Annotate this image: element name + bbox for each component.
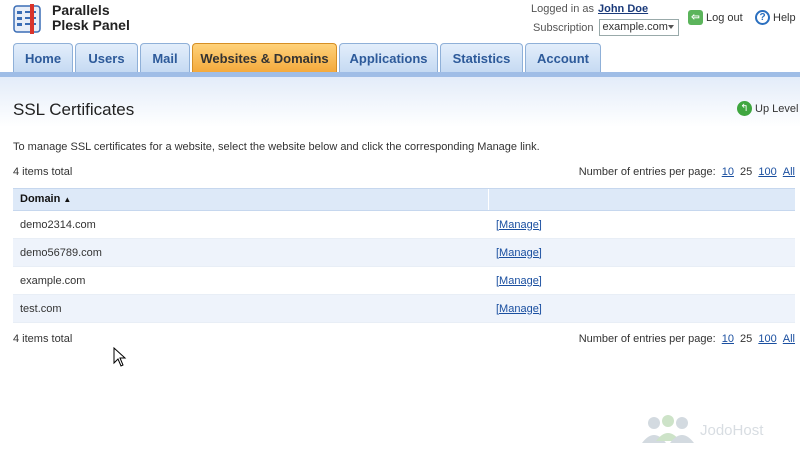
watermark: JodoHost	[640, 415, 763, 445]
subscription-value: example.com	[602, 21, 668, 33]
tab-label: Users	[88, 51, 125, 66]
tab-mail[interactable]: Mail	[140, 43, 190, 73]
manage-link[interactable]: [Manage]	[489, 275, 542, 287]
tab-label: Home	[24, 51, 62, 66]
user-name-link[interactable]: John Doe	[598, 3, 648, 15]
domain-cell: example.com	[20, 274, 86, 287]
table-row: example.com [Manage]	[13, 267, 795, 295]
subscription-label: Subscription	[533, 21, 594, 34]
up-arrow-icon: ↰	[737, 101, 752, 116]
page-title: SSL Certificates	[13, 100, 135, 119]
per-page-10-link[interactable]: 10	[722, 333, 734, 345]
tab-label: Mail	[152, 51, 178, 66]
logout-label: Log out	[706, 11, 743, 24]
domain-cell: demo56789.com	[20, 246, 102, 259]
table-row: demo2314.com [Manage]	[13, 211, 795, 239]
tab-label: Websites & Domains	[200, 51, 329, 66]
logout-icon: ⇦	[688, 10, 703, 25]
manage-link[interactable]: [Manage]	[489, 303, 542, 315]
help-label: Help	[773, 11, 796, 24]
logged-in-label: Logged in as	[531, 3, 594, 15]
sort-ascending-icon: ▲	[63, 195, 72, 204]
domain-column-label: Domain	[20, 193, 61, 205]
mouse-cursor-icon	[113, 346, 127, 370]
tab-label: Statistics	[452, 51, 511, 66]
tab-websites-domains[interactable]: Websites & Domains	[192, 43, 337, 73]
help-button[interactable]: ? Help	[755, 10, 796, 25]
manage-link[interactable]: [Manage]	[489, 219, 542, 231]
ssl-domains-table: Domain ▲ demo2314.com [Manage] demo56789…	[13, 188, 795, 323]
table-header: Domain ▲	[13, 188, 795, 211]
per-page-25-current: 25	[740, 333, 753, 345]
tab-label: Applications	[349, 51, 428, 66]
help-icon: ?	[755, 10, 770, 25]
tab-applications[interactable]: Applications	[339, 43, 438, 73]
table-row: test.com [Manage]	[13, 295, 795, 323]
watermark-text: JodoHost	[700, 421, 764, 439]
per-page-label: Number of entries per page:	[578, 166, 716, 178]
domain-cell: demo2314.com	[20, 218, 96, 231]
per-page-bottom: Number of entries per page: 10 25 100 Al…	[579, 333, 795, 345]
tab-users[interactable]: Users	[75, 43, 138, 73]
tab-home[interactable]: Home	[13, 43, 73, 73]
brand-line-1: Parallels	[52, 2, 110, 18]
subscription-selector: Subscription example.com	[533, 19, 679, 36]
per-page-label: Number of entries per page:	[578, 333, 716, 345]
items-total-top: 4 items total	[13, 166, 73, 178]
per-page-100-link[interactable]: 100	[758, 166, 776, 178]
tab-label: Account	[537, 51, 589, 66]
per-page-25-current: 25	[740, 166, 753, 178]
plesk-logo-icon	[13, 4, 43, 34]
items-total-bottom: 4 items total	[13, 333, 73, 345]
domain-cell: test.com	[20, 302, 62, 315]
main-tabs: Home Users Mail Websites & Domains Appli…	[13, 43, 603, 73]
per-page-all-link[interactable]: All	[783, 166, 795, 178]
top-header: Parallels Plesk Panel Logged in as John D…	[0, 0, 800, 42]
brand-line-2: Plesk Panel	[52, 17, 130, 33]
manage-link[interactable]: [Manage]	[489, 247, 542, 259]
per-page-top: Number of entries per page: 10 25 100 Al…	[579, 166, 795, 178]
tab-account[interactable]: Account	[525, 43, 601, 73]
logout-button[interactable]: ⇦ Log out	[688, 10, 743, 25]
people-logo-icon	[642, 415, 694, 443]
brand-name: Parallels Plesk Panel	[52, 3, 130, 33]
actions-column-header	[489, 189, 795, 210]
up-level-label: Up Level	[755, 102, 799, 115]
subscription-select[interactable]: example.com	[598, 19, 679, 36]
table-row: demo56789.com [Manage]	[13, 239, 795, 267]
per-page-100-link[interactable]: 100	[758, 333, 776, 345]
chevron-down-icon	[667, 25, 674, 29]
logged-in-info: Logged in as John Doe	[531, 3, 648, 15]
page-description: To manage SSL certificates for a website…	[13, 141, 540, 153]
domain-column-header[interactable]: Domain ▲	[13, 189, 489, 210]
tab-statistics[interactable]: Statistics	[440, 43, 523, 73]
per-page-all-link[interactable]: All	[783, 333, 795, 345]
up-level-button[interactable]: ↰ Up Level	[737, 101, 798, 116]
per-page-10-link[interactable]: 10	[722, 166, 734, 178]
